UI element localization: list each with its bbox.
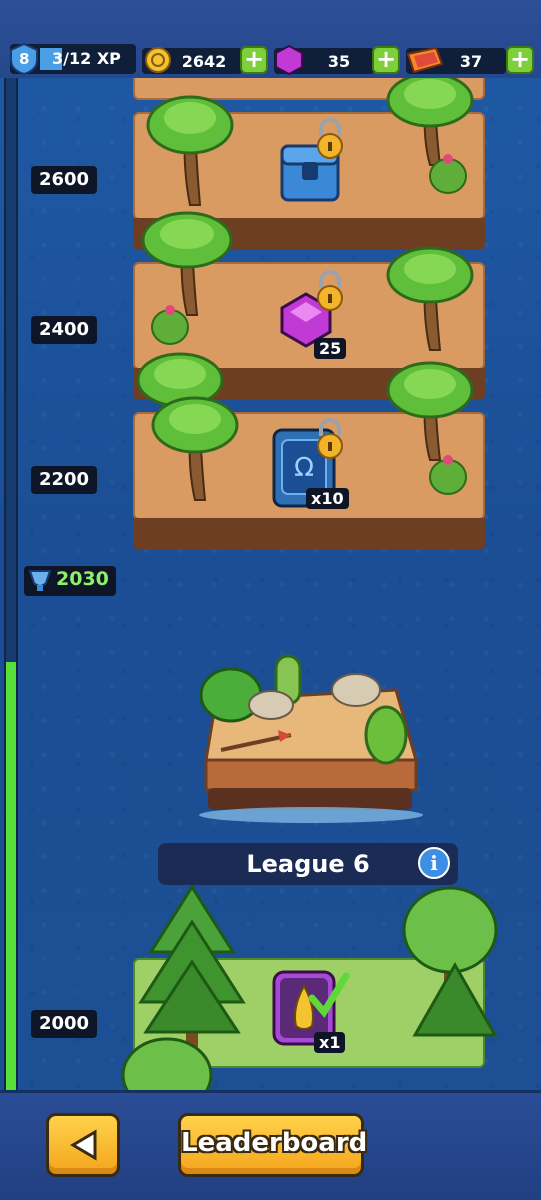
ticket-icon [406,46,444,74]
coins-value: 2642 [181,51,227,71]
reward-hero[interactable]: x1 [272,968,352,1058]
gems-value: 35 [327,51,351,71]
lock-icon [317,118,343,159]
add-coins-button[interactable]: + [240,46,268,74]
coins-counter: 2642 [142,47,242,74]
reward-count-badge: x1 [314,1032,346,1053]
reward-count-badge: x10 [306,488,349,509]
milestone-score-label: 2400 [31,316,97,344]
tickets-counter: 37 [406,46,506,74]
cactus-icon [429,154,467,194]
gem-icon [275,44,303,76]
milestone-score-label: 2200 [31,466,97,494]
league-title: League 6 [246,850,370,878]
palm-tree-icon [146,95,234,206]
palm-tree-icon [141,211,233,316]
pine-tree-icon [138,884,246,1047]
leaderboard-label: Leaderboard [181,1128,368,1158]
current-trophies-badge: 2030 [24,566,116,596]
lock-icon [317,270,343,311]
reward-card[interactable]: Ω x10 [272,418,352,512]
bush-icon [121,1037,213,1090]
xp-bar[interactable]: 8 3/12 XP [10,42,136,76]
add-tickets-button[interactable]: + [506,46,534,74]
back-arrow-icon [70,1129,97,1161]
palm-tree-icon [386,361,474,461]
milestone-score-label: 2000 [31,1010,97,1038]
gems-counter: 35 [274,44,374,76]
xp-text: 3/12 XP [52,49,121,68]
current-trophies-value: 2030 [56,568,109,590]
league-title-bar: League 6 i [158,843,458,885]
add-gems-button[interactable]: + [372,46,400,74]
coin-icon [145,47,171,73]
reward-gem[interactable]: 25 [278,270,348,362]
player-level: 8 [19,50,30,68]
reward-chest[interactable] [278,118,352,208]
bottom-bar: Leaderboard [0,1090,541,1200]
lock-icon [317,418,343,459]
top-hud: 8 3/12 XP 2642 + 35 + 37 + [0,0,541,78]
palm-tree-icon [386,246,474,351]
cactus-icon [151,305,189,345]
cactus-icon [429,455,467,495]
back-button[interactable] [46,1113,120,1177]
reward-count-badge: 25 [314,338,347,359]
svg-text:Ω: Ω [294,453,314,483]
palm-tree-icon [151,396,239,501]
tree-icon [402,886,498,1037]
tickets-value: 37 [459,51,483,71]
milestone-score-label: 2600 [31,166,97,194]
leaderboard-button[interactable]: Leaderboard [178,1113,368,1177]
league-island [199,654,423,823]
info-icon[interactable]: i [418,847,450,879]
trophy-progress-fill [6,662,16,1090]
trophy-icon [28,570,52,591]
